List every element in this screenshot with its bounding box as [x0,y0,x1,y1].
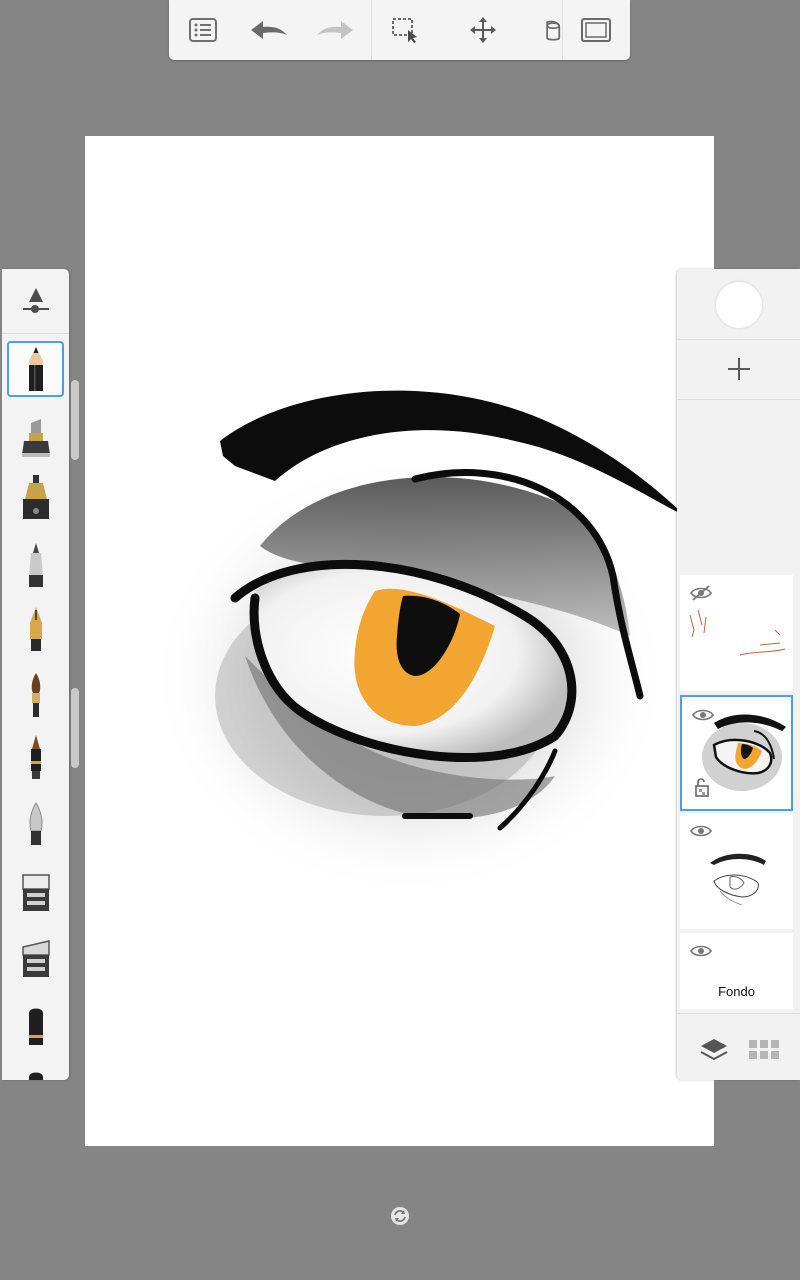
ink-pen-icon[interactable] [7,469,64,525]
layer-thumbnail-lineart[interactable] [680,813,793,929]
eye-artwork [150,390,685,896]
brush-properties-icon[interactable] [2,269,69,334]
brush-palette [2,269,69,1080]
undo-icon[interactable] [247,8,291,52]
drawing-canvas[interactable] [85,136,714,1146]
redo-icon[interactable] [313,8,357,52]
lock-open-icon[interactable] [694,777,710,797]
eraser-icon[interactable] [7,931,64,987]
ballpoint-icon[interactable] [7,537,64,593]
layer-thumbnail-sketch[interactable] [680,575,793,691]
top-toolbar [169,0,630,60]
move-icon[interactable] [461,8,505,52]
paint-bucket-icon[interactable] [535,8,561,52]
panel-divider [677,399,800,400]
panel-divider [677,1013,800,1014]
fullscreen-icon[interactable] [574,8,618,52]
sketch-thumbnail [689,609,786,656]
brush-scroll-handle[interactable] [71,380,79,460]
paintbrush-icon[interactable] [7,667,64,723]
layers-panel: Fondo [677,269,800,1080]
sync-icon[interactable] [390,1206,410,1226]
marker-icon[interactable] [7,409,64,465]
fountain-pen-icon[interactable] [7,601,64,657]
list-menu-icon[interactable] [181,8,225,52]
toolbar-divider [371,0,372,60]
layers-icon[interactable] [697,1033,731,1067]
eraser-icon[interactable] [7,865,64,921]
panel-divider [677,339,800,340]
layer-name: Fondo [718,984,755,999]
smudge-icon[interactable] [7,797,64,853]
color-swatch[interactable] [716,282,762,328]
more-brushes-icon[interactable] [7,1065,64,1080]
layer-thumbnail-eye[interactable] [680,695,793,811]
pencil-icon[interactable] [7,341,64,397]
airbrush-icon[interactable] [7,729,64,785]
lineart-thumbnail [710,853,766,906]
selection-icon[interactable] [384,8,428,52]
blender-icon[interactable] [7,999,64,1055]
layer-thumbnail-background[interactable]: Fondo [680,933,793,1009]
grid-icon[interactable] [747,1033,781,1067]
brush-scroll-handle[interactable] [71,688,79,768]
plus-icon[interactable] [715,349,763,389]
eye-visible-icon[interactable] [690,943,712,959]
toolbar-divider [562,0,563,60]
